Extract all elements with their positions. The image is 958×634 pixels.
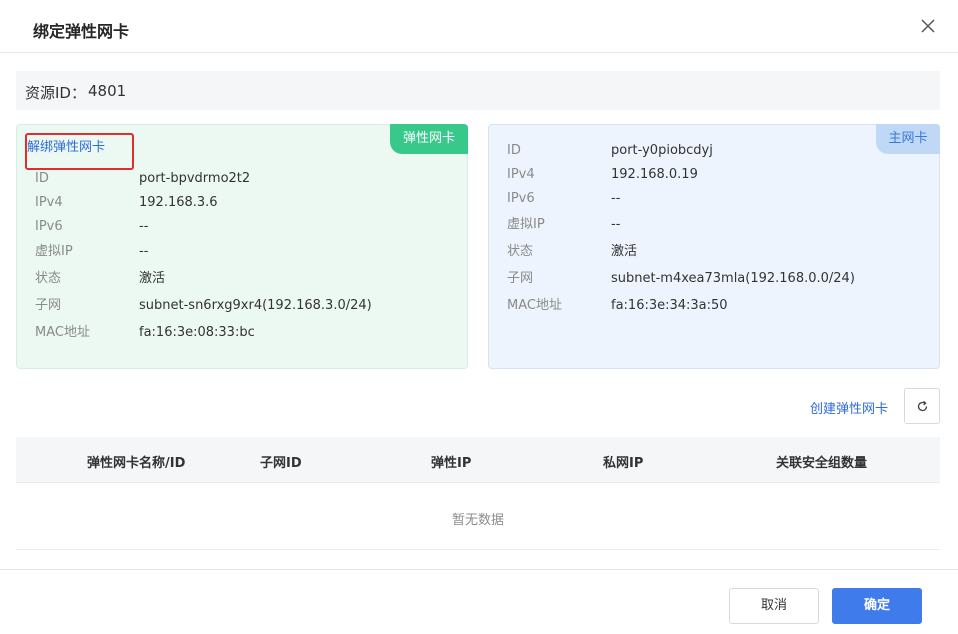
field-value: 激活 <box>611 244 638 259</box>
close-icon[interactable] <box>917 15 939 37</box>
dialog-title: 绑定弹性网卡 <box>33 22 130 41</box>
column-header-private-ip: 私网IP <box>603 456 644 471</box>
table-body: 暂无数据 <box>16 483 940 550</box>
field-value: -- <box>139 244 149 259</box>
resource-label: 资源ID： <box>25 84 86 102</box>
column-header-security-groups: 关联安全组数量 <box>776 456 868 471</box>
field-label: 状态 <box>507 244 534 259</box>
field-label: ID <box>507 143 521 158</box>
field-value: 192.168.0.19 <box>611 167 698 182</box>
footer-divider <box>0 569 958 570</box>
field-value: -- <box>139 219 149 234</box>
field-label: 虚拟IP <box>35 244 73 259</box>
cancel-button[interactable]: 取消 <box>729 588 819 624</box>
confirm-button[interactable]: 确定 <box>832 588 922 624</box>
field-label: IPv4 <box>507 167 535 182</box>
field-label: MAC地址 <box>507 298 562 313</box>
field-label: MAC地址 <box>35 325 90 340</box>
field-value: -- <box>611 191 621 206</box>
field-value: fa:16:3e:34:3a:50 <box>611 298 728 313</box>
resource-bar: 资源ID： 4801 <box>16 71 940 110</box>
column-header-elastic-ip: 弹性IP <box>431 456 472 471</box>
field-value: -- <box>611 217 621 232</box>
field-label: 虚拟IP <box>507 217 545 232</box>
column-header-name: 弹性网卡名称/ID <box>87 456 186 471</box>
elastic-nic-badge: 弹性网卡 <box>390 124 468 154</box>
field-value: subnet-sn6rxg9xr4(192.168.3.0/24) <box>139 298 372 313</box>
field-label: 子网 <box>35 298 62 313</box>
table-header: 弹性网卡名称/ID 子网ID 弹性IP 私网IP 关联安全组数量 <box>16 437 940 483</box>
column-header-subnet-id: 子网ID <box>260 456 302 471</box>
refresh-button[interactable] <box>904 388 940 424</box>
field-value: 192.168.3.6 <box>139 195 218 210</box>
field-value: port-bpvdrmo2t2 <box>139 171 251 186</box>
field-value: port-y0piobcdyj <box>611 143 713 158</box>
elastic-nic-card: 弹性网卡 解绑弹性网卡 ID port-bpvdrmo2t2 IPv4 192.… <box>16 124 468 369</box>
unbind-elastic-nic-link[interactable]: 解绑弹性网卡 <box>27 136 105 155</box>
field-value: fa:16:3e:08:33:bc <box>139 325 255 340</box>
resource-value: 4801 <box>88 82 127 100</box>
field-label: IPv4 <box>35 195 63 210</box>
field-label: ID <box>35 171 49 186</box>
field-value: subnet-m4xea73mla(192.168.0.0/24) <box>611 271 855 286</box>
refresh-icon <box>917 400 928 412</box>
empty-state-text: 暂无数据 <box>451 513 504 528</box>
create-elastic-nic-link[interactable]: 创建弹性网卡 <box>810 398 888 417</box>
field-value: 激活 <box>139 271 166 286</box>
primary-nic-badge: 主网卡 <box>876 124 940 154</box>
field-label: IPv6 <box>507 191 535 206</box>
field-label: 状态 <box>35 271 62 286</box>
dialog-header: 绑定弹性网卡 <box>0 0 958 53</box>
primary-nic-card: 主网卡 ID port-y0piobcdyj IPv4 192.168.0.19… <box>488 124 940 369</box>
field-label: IPv6 <box>35 219 63 234</box>
field-label: 子网 <box>507 271 534 286</box>
